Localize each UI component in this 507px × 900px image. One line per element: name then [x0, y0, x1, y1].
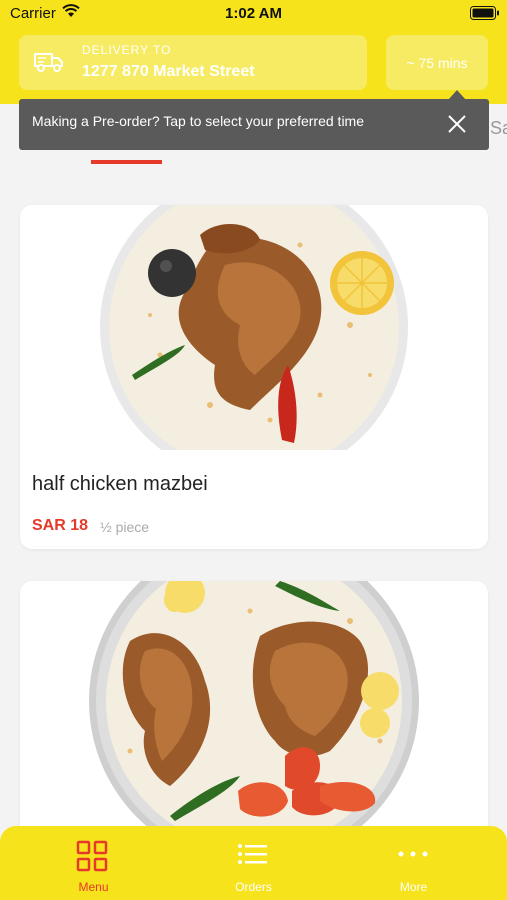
header: Carrier 1:02 AM DELIVERY TO 1277 870 Mar…: [0, 0, 507, 104]
dish-image: [89, 581, 419, 841]
dish-image: [100, 205, 408, 450]
nav-item-orders[interactable]: Orders: [169, 826, 338, 900]
dish-name: half chicken mazbei: [32, 473, 208, 495]
grid-icon: [76, 840, 108, 872]
battery-icon: [470, 6, 499, 20]
tooltip-text: Making a Pre-order? Tap to select your p…: [32, 113, 365, 129]
delivery-label: DELIVERY TO: [82, 43, 172, 57]
nav-label-menu: Menu: [78, 880, 109, 894]
delivery-truck-icon: [34, 53, 63, 72]
status-time: 1:02 AM: [225, 5, 282, 22]
bottom-nav: Menu Orders More: [0, 826, 507, 900]
delivery-address: 1277 870 Market Street: [82, 63, 255, 80]
nav-item-more[interactable]: More: [329, 826, 498, 900]
nav-label-more: More: [399, 880, 428, 894]
category-tab-partial[interactable]: Sa: [490, 118, 507, 139]
active-tab-indicator: [91, 160, 162, 164]
menu-item-card[interactable]: [20, 581, 488, 841]
delivery-address-button[interactable]: DELIVERY TO 1277 870 Market Street: [19, 35, 367, 90]
dish-portion: ½ piece: [100, 519, 150, 535]
menu-item-card[interactable]: half chicken mazbei SAR 18 ½ piece: [20, 205, 488, 549]
dish-price: SAR 18: [32, 517, 89, 534]
nav-label-orders: Orders: [235, 880, 272, 894]
status-bar: Carrier 1:02 AM: [0, 0, 507, 28]
preorder-tooltip[interactable]: Making a Pre-order? Tap to select your p…: [19, 99, 489, 150]
eta-text: ~ 75 mins: [406, 55, 468, 71]
eta-button[interactable]: ~ 75 mins: [386, 35, 488, 90]
list-icon: [238, 844, 267, 864]
close-icon[interactable]: [446, 113, 468, 135]
nav-item-menu[interactable]: Menu: [9, 826, 178, 900]
more-icon: [398, 851, 428, 857]
